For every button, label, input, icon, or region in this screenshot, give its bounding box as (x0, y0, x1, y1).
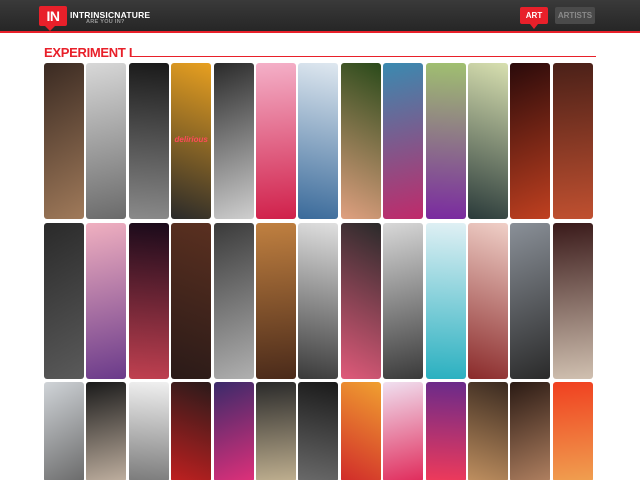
gallery-thumbnail[interactable] (552, 223, 593, 379)
gallery-thumbnail[interactable] (128, 223, 169, 379)
gallery-thumbnail[interactable] (383, 63, 424, 219)
nav-art-button[interactable]: ART (520, 7, 548, 29)
gallery-thumbnail[interactable] (44, 63, 84, 219)
gallery-thumbnail[interactable] (128, 382, 169, 480)
top-bar: IN INTRINSICNATURE ARE YOU IN? ART ARTIS… (0, 0, 640, 33)
thumbnail-caption: delirious (174, 134, 208, 144)
gallery-thumbnail[interactable] (256, 63, 296, 219)
gallery-thumbnail[interactable] (171, 223, 212, 379)
gallery-thumbnail[interactable] (213, 223, 254, 379)
gallery-thumbnail[interactable] (425, 382, 466, 480)
gallery-thumbnail[interactable] (468, 382, 508, 480)
gallery-thumbnail[interactable] (340, 382, 381, 480)
section-divider (130, 56, 596, 57)
gallery-thumbnail[interactable] (552, 382, 593, 480)
gallery-thumbnail[interactable] (213, 63, 254, 219)
gallery-thumbnail[interactable] (298, 382, 339, 480)
gallery-thumbnail[interactable] (256, 382, 296, 480)
gallery-thumbnail[interactable] (510, 63, 551, 219)
gallery-thumbnail[interactable] (44, 223, 84, 379)
gallery-thumbnail[interactable] (128, 63, 169, 219)
gallery-thumbnail[interactable] (425, 63, 466, 219)
gallery-thumbnail[interactable] (86, 223, 127, 379)
gallery-thumbnail[interactable] (86, 63, 127, 219)
logo-tagline: ARE YOU IN? (86, 19, 125, 25)
section-title: EXPERIMENT I (44, 45, 133, 60)
gallery-thumbnail[interactable] (468, 223, 508, 379)
gallery-thumbnail[interactable] (552, 63, 593, 219)
gallery-thumbnail[interactable] (383, 382, 424, 480)
logo-mark[interactable]: IN (39, 6, 67, 31)
gallery-thumbnail[interactable] (510, 223, 551, 379)
gallery-thumbnail[interactable] (171, 382, 212, 480)
gallery-thumbnail[interactable] (340, 223, 381, 379)
gallery-thumbnail[interactable] (86, 382, 127, 480)
gallery-thumbnail[interactable] (213, 382, 254, 480)
gallery-thumbnail[interactable] (510, 382, 551, 480)
gallery-thumbnail[interactable] (340, 63, 381, 219)
nav-artists-button[interactable]: ARTISTS (555, 7, 595, 24)
gallery-thumbnail[interactable] (298, 63, 339, 219)
gallery-thumbnail[interactable] (383, 223, 424, 379)
gallery-thumbnail[interactable] (468, 63, 508, 219)
gallery-thumbnail[interactable]: delirious (171, 63, 212, 219)
gallery-thumbnail[interactable] (256, 223, 296, 379)
gallery-thumbnail[interactable] (298, 223, 339, 379)
gallery-thumbnail[interactable] (425, 223, 466, 379)
gallery-thumbnail[interactable] (44, 382, 84, 480)
